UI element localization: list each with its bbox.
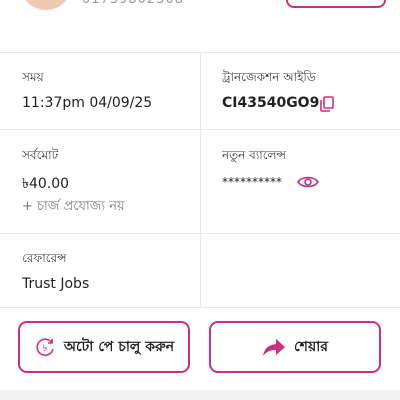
total-value: ৳40.00 xyxy=(22,176,70,192)
time-value: 11:37pm 04/09/25 xyxy=(22,95,153,111)
total-label: সর্বমোট xyxy=(22,148,59,162)
divider xyxy=(200,52,201,130)
divider xyxy=(200,234,201,308)
transaction-card: 01739802308 সময় 11:37pm 04/09/25 ট্রানজ… xyxy=(0,0,400,390)
new-balance-label: নতুন ব্যালেন্স xyxy=(222,148,286,162)
transaction-id-label: ট্রানজেকশন আইডি xyxy=(222,70,316,84)
divider xyxy=(200,130,201,234)
charge-note: + চার্জ প্রযোজ্য নয় xyxy=(22,199,125,214)
share-button[interactable]: শেয়ার xyxy=(209,321,381,373)
eye-icon[interactable] xyxy=(297,175,319,189)
new-balance-value: ********** xyxy=(222,175,282,189)
autopay-label: অটো পে চালু করুন xyxy=(63,339,175,355)
avatar xyxy=(22,0,70,10)
svg-text:৳: ৳ xyxy=(43,344,48,354)
copy-icon[interactable] xyxy=(320,96,334,112)
reference-value: Trust Jobs xyxy=(22,276,90,292)
header-action-button[interactable] xyxy=(286,0,386,8)
share-arrow-icon xyxy=(263,339,285,356)
reference-label: রেফারেন্স xyxy=(22,251,67,265)
share-label: শেয়ার xyxy=(294,339,328,355)
autopay-button[interactable]: ৳ অটো পে চালু করুন xyxy=(18,321,190,373)
transaction-id-value: CI43540GO9 xyxy=(222,95,320,111)
autopay-icon: ৳ xyxy=(36,338,54,356)
phone-number: 01739802308 xyxy=(82,0,184,7)
time-label: সময় xyxy=(22,70,44,84)
